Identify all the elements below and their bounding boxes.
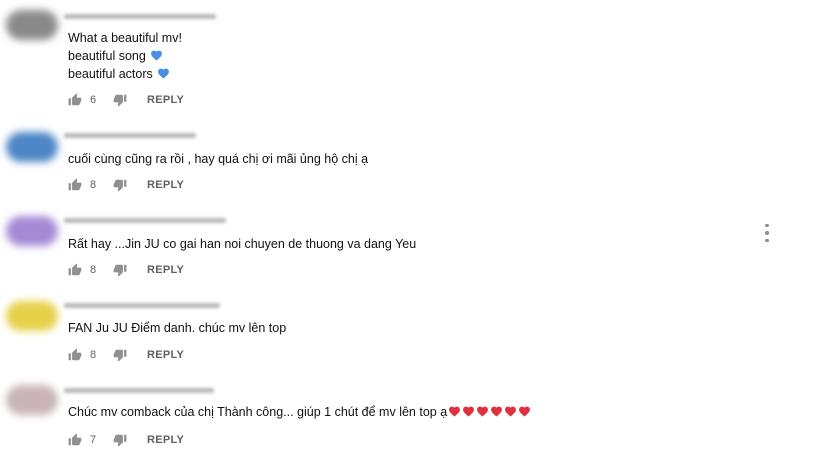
avatar[interactable]: [6, 385, 58, 415]
red-heart-icon: [504, 405, 517, 418]
comment-line: cuối cùng cũng ra rồi , hay quá chị ơi m…: [68, 152, 369, 166]
author-name-redacted[interactable]: [64, 388, 214, 393]
thumbs-down-icon[interactable]: [113, 433, 127, 447]
reply-button[interactable]: REPLY: [147, 179, 184, 191]
red-heart-icon: [462, 405, 475, 418]
avatar[interactable]: [6, 216, 58, 246]
comment-actions: 6 REPLY: [68, 92, 184, 108]
red-heart-icon: [448, 405, 461, 418]
author-name-redacted[interactable]: [64, 303, 220, 308]
reply-button[interactable]: REPLY: [147, 349, 184, 361]
like-count: 8: [90, 179, 97, 191]
comment-actions: 7 REPLY: [68, 432, 184, 448]
red-heart-icon: [518, 405, 531, 418]
comment-line: FAN Ju JU Điểm danh. chúc mv lên top: [68, 321, 287, 335]
comment-line: Chúc mv comback của chị Thành công... gi…: [68, 403, 531, 421]
avatar[interactable]: [6, 301, 58, 331]
thumbs-up-icon[interactable]: [68, 93, 82, 107]
thumbs-up-icon[interactable]: [68, 348, 82, 362]
like-count: 8: [90, 264, 97, 276]
reply-button[interactable]: REPLY: [147, 434, 184, 446]
thumbs-up-icon[interactable]: [68, 433, 82, 447]
comment-actions: 8 REPLY: [68, 262, 184, 278]
red-heart-icon: [490, 405, 503, 418]
thumbs-up-icon[interactable]: [68, 263, 82, 277]
avatar[interactable]: [6, 132, 58, 162]
thumbs-down-icon[interactable]: [113, 93, 127, 107]
like-count: 8: [90, 349, 97, 361]
comment-text: Rất hay ...Jin JU co gai han noi chuyen …: [68, 235, 416, 253]
reply-button[interactable]: REPLY: [147, 94, 184, 106]
author-name-redacted[interactable]: [64, 218, 226, 223]
comment-5: Chúc mv comback của chị Thành công... gi…: [0, 0, 822, 447]
comment-line: Rất hay ...Jin JU co gai han noi chuyen …: [68, 237, 417, 251]
thumbs-down-icon[interactable]: [113, 348, 127, 362]
red-heart-icon: [476, 405, 489, 418]
reply-button[interactable]: REPLY: [147, 264, 184, 276]
dot: [765, 224, 769, 228]
author-name-redacted[interactable]: [64, 133, 196, 138]
like-count: 6: [90, 94, 97, 106]
dot: [765, 238, 769, 242]
more-vert-icon[interactable]: [762, 224, 772, 242]
comment-text: Chúc mv comback của chị Thành công... gi…: [68, 403, 531, 421]
thumbs-up-icon[interactable]: [68, 178, 82, 192]
dot: [765, 231, 769, 235]
like-count: 7: [90, 434, 97, 446]
comment-actions: 8 REPLY: [68, 177, 184, 193]
thumbs-down-icon[interactable]: [113, 263, 127, 277]
red-hearts: [447, 403, 531, 421]
comment-text: cuối cùng cũng ra rồi , hay quá chị ơi m…: [68, 150, 368, 168]
comment-text: FAN Ju JU Điểm danh. chúc mv lên top: [68, 319, 286, 337]
comment-actions: 8 REPLY: [68, 347, 184, 363]
thumbs-down-icon[interactable]: [113, 178, 127, 192]
